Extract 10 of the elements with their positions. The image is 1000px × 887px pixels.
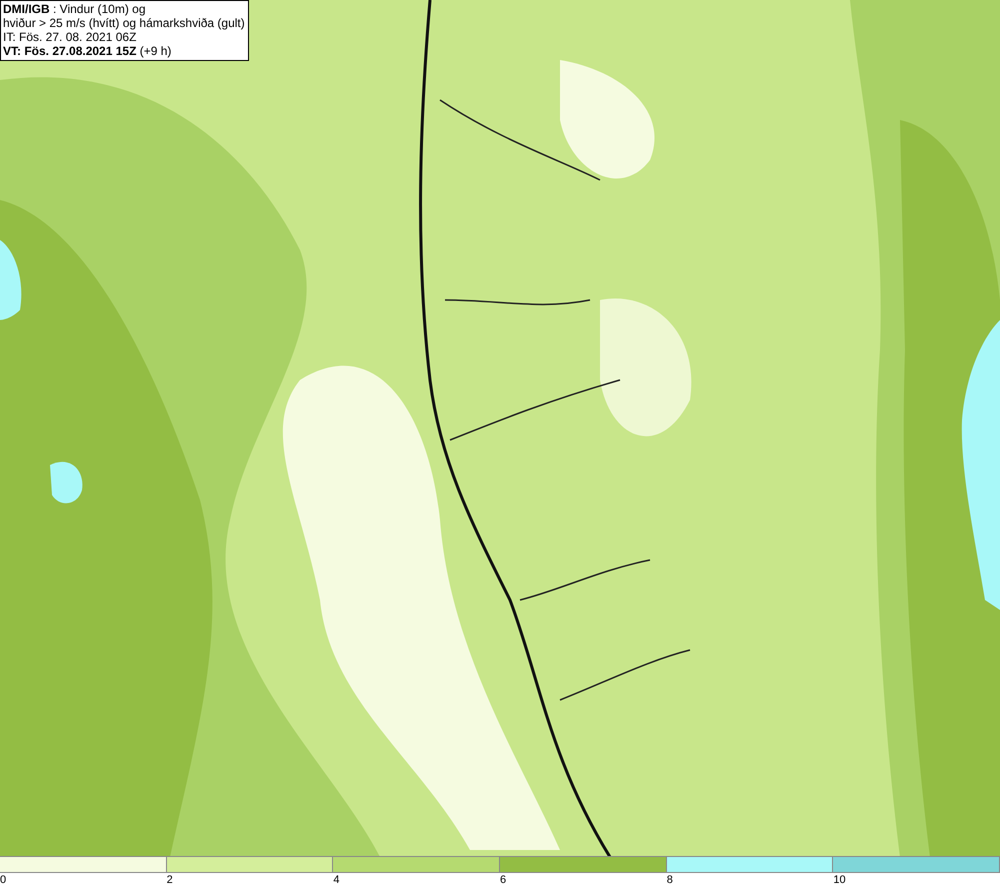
- legend-tick-label: 2: [166, 873, 173, 887]
- title-line: DMI/IGB : Vindur (10m) og: [3, 2, 146, 16]
- title-line: VT: Fös. 27.08.2021 15Z (+9 h): [3, 44, 172, 58]
- legend-tick-label: 0: [0, 873, 6, 887]
- legend-tick-label: 8: [666, 873, 673, 887]
- title-line: IT: Fös. 27. 08. 2021 06Z: [3, 30, 138, 44]
- title-line: hviður > 25 m/s (hvítt) og hámarkshviða (gult): [3, 16, 245, 30]
- legend-tick-label: 10: [833, 873, 846, 887]
- legend-tick-label: 4: [333, 873, 340, 887]
- legend-tick-label: 6: [500, 873, 506, 887]
